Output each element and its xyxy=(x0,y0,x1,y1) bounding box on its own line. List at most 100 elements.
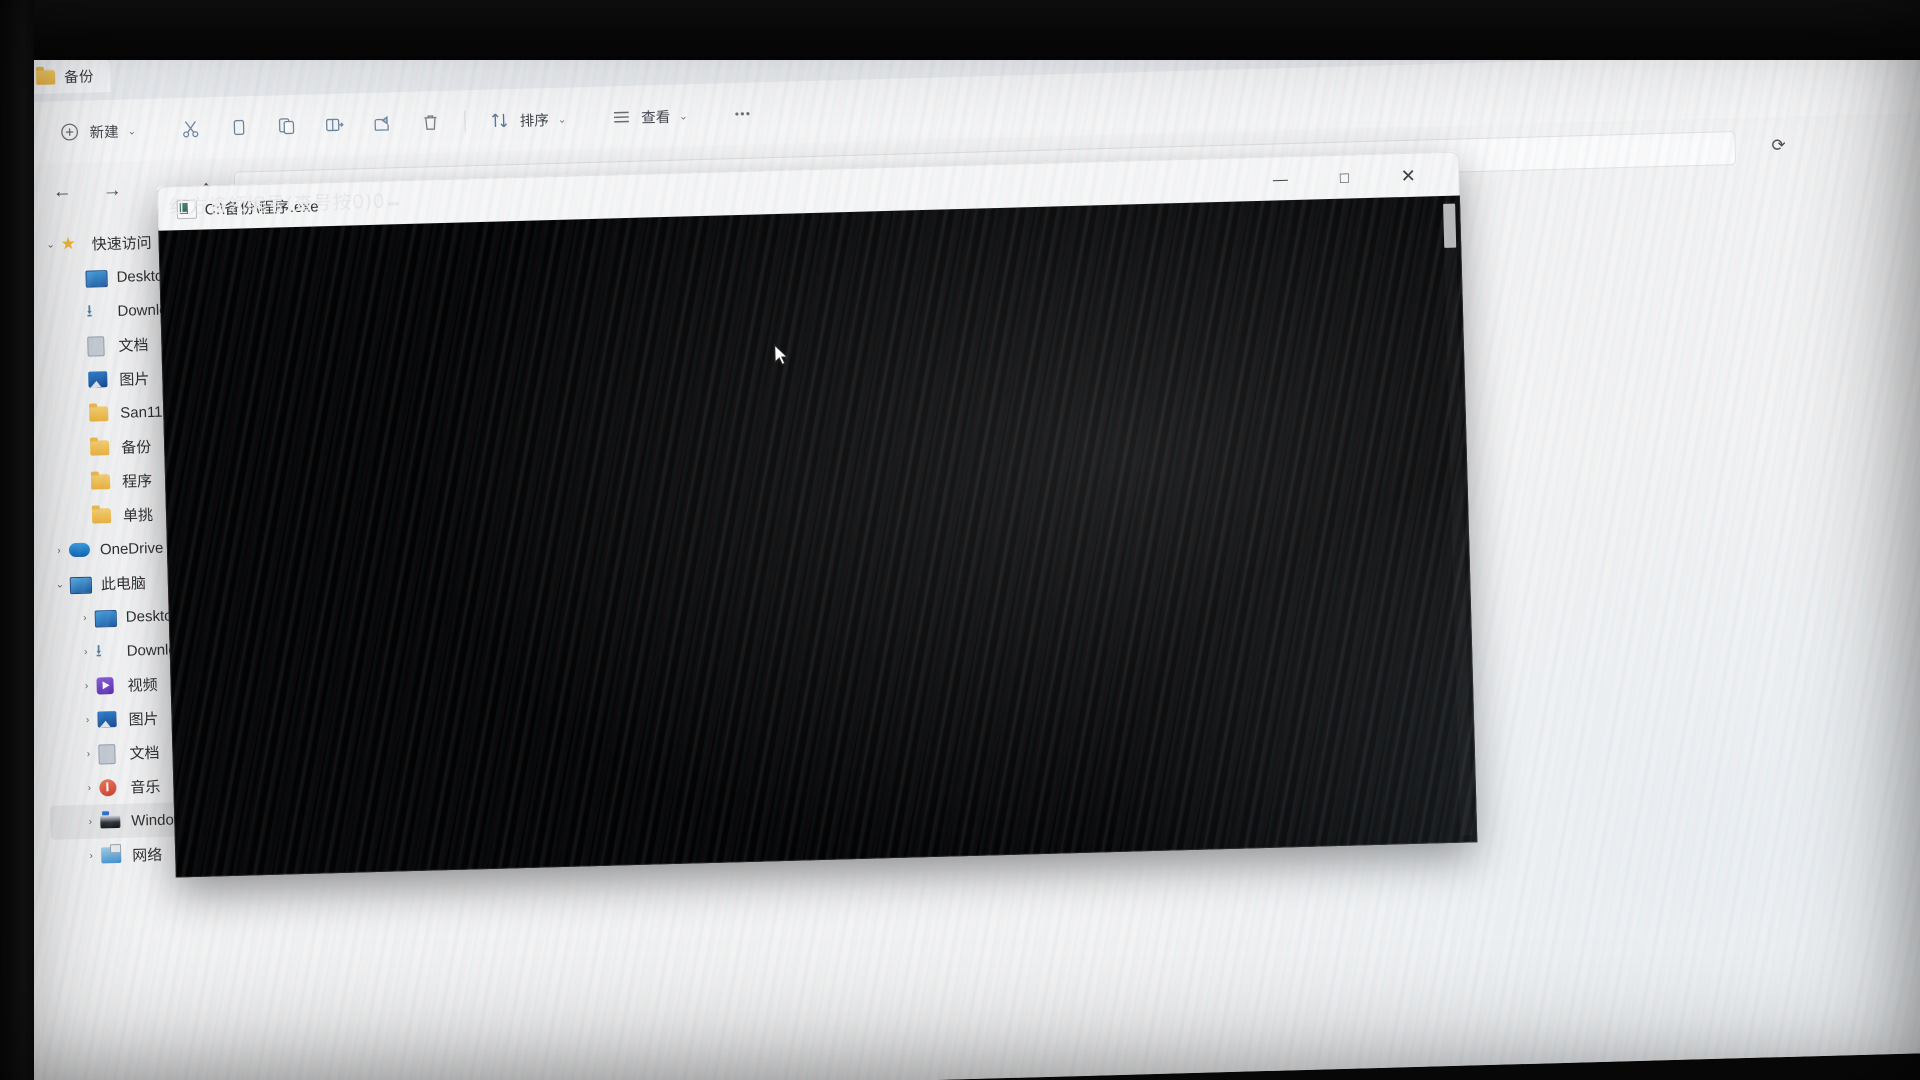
sidebar-item-label: 视频 xyxy=(127,676,158,695)
sort-button[interactable]: 排序 ⌄ xyxy=(475,98,579,141)
more-options-button[interactable] xyxy=(718,93,767,134)
chevron-down-icon[interactable]: ⌄ xyxy=(41,239,61,251)
minimize-button[interactable]: — xyxy=(1252,157,1309,202)
document-icon-glyph xyxy=(87,336,105,357)
chevron-down-icon[interactable]: ⌄ xyxy=(50,579,70,591)
sort-arrows-icon xyxy=(489,109,512,132)
download-icon-glyph: ⭳ xyxy=(86,301,93,321)
chevron-right-icon[interactable]: › xyxy=(76,680,96,692)
folder-icon xyxy=(89,404,111,423)
monitor-screen: 备份 新建 ⌄ 排序 ⌄ 查看 ⌄ ← → ⟳ ⌄ ★ 快速访问 Desktop… xyxy=(0,0,1920,1080)
star-icon: ★ xyxy=(60,233,82,254)
document-icon xyxy=(87,336,109,357)
scissors-icon xyxy=(180,117,203,140)
chevron-right-icon[interactable]: › xyxy=(80,816,100,828)
sort-button-label: 排序 xyxy=(519,112,550,130)
sidebar-item-label: 单挑 xyxy=(122,506,154,525)
copy-icon xyxy=(228,116,251,139)
pc-icon xyxy=(69,575,93,595)
sidebar-item-label: 文档 xyxy=(118,336,149,355)
picture-icon xyxy=(97,710,119,729)
folder-icon-glyph xyxy=(89,406,109,422)
desktop-icon xyxy=(94,608,118,628)
forward-button[interactable]: → xyxy=(97,176,128,207)
folder-icon-glyph xyxy=(90,474,111,490)
folder-icon-glyph xyxy=(89,440,110,456)
plus-circle-icon xyxy=(58,121,81,144)
monitor-bezel-top xyxy=(0,0,1920,60)
download-icon: ⭳ xyxy=(86,302,108,321)
refresh-button[interactable]: ⟳ xyxy=(1763,130,1794,161)
explorer-tab-label: 备份 xyxy=(63,68,95,86)
chevron-right-icon[interactable]: › xyxy=(77,714,97,726)
list-lines-icon xyxy=(610,106,633,129)
delete-button[interactable] xyxy=(406,102,455,143)
toolbar-separator xyxy=(464,110,467,133)
sidebar-item-label: 快速访问 xyxy=(91,234,152,254)
folder-icon xyxy=(91,506,114,525)
copy-button[interactable] xyxy=(214,107,263,148)
view-button-label: 查看 xyxy=(641,109,671,127)
cut-button[interactable] xyxy=(166,108,215,149)
drive-icon xyxy=(100,812,122,831)
chevron-right-icon[interactable]: › xyxy=(78,748,98,760)
console-window: C:\备份\程序.exe — □ ✕ 红方将领编号(查号按0)0 xyxy=(157,151,1478,878)
sidebar-item-label: 网络 xyxy=(132,846,163,865)
chevron-right-icon[interactable]: › xyxy=(49,545,69,557)
chevron-down-icon: ⌄ xyxy=(679,110,688,123)
new-button[interactable]: 新建 ⌄ xyxy=(45,110,149,153)
paste-icon xyxy=(276,115,299,138)
network-icon-glyph xyxy=(101,846,122,864)
network-icon xyxy=(101,846,123,865)
sidebar-item-label: 程序 xyxy=(121,472,153,491)
back-button[interactable]: ← xyxy=(47,177,78,208)
cloud-icon xyxy=(68,541,91,560)
picture-icon-glyph xyxy=(88,371,108,388)
console-output-area[interactable]: 红方将领编号(查号按0)0 xyxy=(158,191,1478,878)
folder-icon xyxy=(35,68,56,85)
share-button[interactable] xyxy=(358,103,407,144)
explorer-tab[interactable]: 备份 xyxy=(25,57,111,95)
console-scrollbar-thumb[interactable] xyxy=(1443,203,1457,248)
close-button[interactable]: ✕ xyxy=(1380,153,1437,198)
maximize-button[interactable]: □ xyxy=(1316,155,1373,200)
mouse-pointer-icon xyxy=(774,343,791,367)
desktop-icon-glyph xyxy=(94,609,118,628)
chevron-right-icon[interactable]: › xyxy=(79,782,99,794)
document-icon xyxy=(98,744,120,765)
music-icon xyxy=(99,778,121,797)
download-icon-glyph: ⭳ xyxy=(95,641,102,661)
sidebar-item-label: 图片 xyxy=(128,710,159,729)
folder-icon-glyph xyxy=(91,508,112,524)
chevron-right-icon[interactable]: › xyxy=(76,646,96,658)
video-icon-glyph xyxy=(96,677,114,695)
monitor-photo: 备份 新建 ⌄ 排序 ⌄ 查看 ⌄ ← → ⟳ ⌄ ★ 快速访问 Desktop… xyxy=(0,0,1920,1080)
ellipsis-icon xyxy=(731,103,754,126)
folder-icon xyxy=(90,472,113,491)
sidebar-item-label: 图片 xyxy=(119,370,150,389)
music-icon-glyph xyxy=(99,779,117,797)
desktop-icon-glyph xyxy=(85,270,108,288)
text-caret xyxy=(387,202,399,206)
chevron-right-icon[interactable]: › xyxy=(75,612,95,624)
download-icon: ⭳ xyxy=(95,641,117,661)
chevron-right-icon[interactable]: › xyxy=(81,850,101,862)
folder-icon xyxy=(89,438,112,457)
sidebar-item-label: 此电脑 xyxy=(100,574,147,593)
rename-button[interactable] xyxy=(310,104,359,145)
chevron-down-icon: ⌄ xyxy=(557,114,567,126)
chevron-down-icon: ⌄ xyxy=(127,125,137,137)
paste-button[interactable] xyxy=(262,106,311,147)
new-button-label: 新建 xyxy=(89,124,119,142)
picture-icon-glyph xyxy=(97,711,117,728)
rename-icon xyxy=(324,114,347,137)
view-button[interactable]: 查看 ⌄ xyxy=(597,95,701,138)
console-output-text: 红方将领编号(查号按0)0 xyxy=(168,190,386,219)
star-icon-glyph: ★ xyxy=(60,233,77,254)
drive-icon-glyph xyxy=(100,814,121,829)
